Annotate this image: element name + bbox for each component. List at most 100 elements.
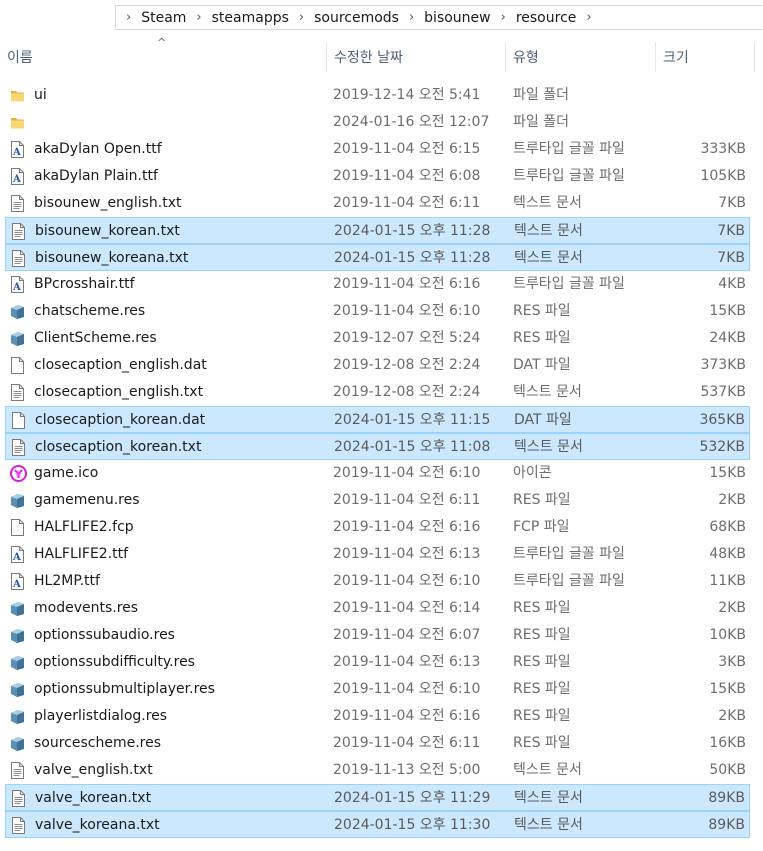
file-row[interactable]: 2024-01-16 오전 12:07 파일 폴더 <box>5 109 750 136</box>
res-file-icon <box>10 492 25 509</box>
column-divider[interactable] <box>754 42 755 72</box>
breadcrumb-steamapps[interactable]: steamapps <box>212 10 289 26</box>
file-name: bisounew_english.txt <box>34 195 182 211</box>
file-date-modified: 2019-12-08 오전 2:24 <box>333 384 481 400</box>
file-row[interactable]: closecaption_korean.txt 2024-01-15 오후 11:… <box>5 433 750 460</box>
file-row[interactable]: bisounew_english.txt 2019-11-04 오전 6:11 텍스… <box>5 190 750 217</box>
breadcrumb-steam[interactable]: Steam <box>141 10 186 26</box>
file-size: 7KB <box>717 250 745 266</box>
file-row[interactable]: sourcescheme.res 2019-11-04 오전 6:11 RES 파일… <box>5 730 750 757</box>
file-row[interactable]: bisounew_korean.txt 2024-01-15 오후 11:28 텍스… <box>5 217 750 244</box>
file-row[interactable]: game.ico 2019-11-04 오전 6:10 아이콘 15KB <box>5 460 750 487</box>
file-date-modified: 2019-12-14 오전 5:41 <box>333 87 481 103</box>
file-date-modified: 2019-11-04 오전 6:14 <box>333 600 481 616</box>
file-row[interactable]: valve_korean.txt 2024-01-15 오후 11:29 텍스트 문… <box>5 784 750 811</box>
file-type: RES 파일 <box>513 735 571 751</box>
file-date-modified: 2019-11-04 오전 6:11 <box>333 195 481 211</box>
file-name: bisounew_koreana.txt <box>35 250 189 266</box>
file-type: RES 파일 <box>513 600 571 616</box>
column-header-type[interactable]: 유형 <box>506 42 655 72</box>
file-size: 2KB <box>718 600 746 616</box>
file-date-modified: 2019-11-04 오전 6:15 <box>333 141 481 157</box>
file-date-modified: 2019-11-04 오전 6:16 <box>333 708 481 724</box>
file-row[interactable]: HALFLIFE2.fcp 2019-11-04 오전 6:16 FCP 파일 68K… <box>5 514 750 541</box>
file-size: 2KB <box>718 708 746 724</box>
folder-icon <box>10 87 25 104</box>
file-row[interactable]: closecaption_english.dat 2019-12-08 오전 2:… <box>5 352 750 379</box>
res-file-icon <box>10 600 25 617</box>
file-name: valve_english.txt <box>34 762 153 778</box>
file-type: 트루타입 글꼴 파일 <box>513 546 625 562</box>
file-row[interactable]: bisounew_koreana.txt 2024-01-15 오후 11:28 텍… <box>5 244 750 271</box>
file-row[interactable]: modevents.res 2019-11-04 오전 6:14 RES 파일 2KB <box>5 595 750 622</box>
file-row[interactable]: closecaption_korean.dat 2024-01-15 오후 11:… <box>5 406 750 433</box>
file-date-modified: 2019-11-04 오전 6:07 <box>333 627 481 643</box>
font-file-icon: A <box>10 573 25 590</box>
text-file-icon <box>11 439 26 456</box>
file-size: 365KB <box>699 412 745 428</box>
file-row[interactable]: valve_english.txt 2019-11-13 오전 5:00 텍스트 문… <box>5 757 750 784</box>
file-date-modified: 2019-12-08 오전 2:24 <box>333 357 481 373</box>
address-bar[interactable]: › Steam › steamapps › sourcemods › bisou… <box>115 5 763 30</box>
res-file-icon <box>10 330 25 347</box>
file-size: 89KB <box>708 817 745 833</box>
file-type: 트루타입 글꼴 파일 <box>513 276 625 292</box>
file-date-modified: 2019-11-04 오전 6:16 <box>333 276 481 292</box>
file-type: DAT 파일 <box>514 412 572 428</box>
file-row[interactable]: A BPcrosshair.ttf 2019-11-04 오전 6:16 트루타입 글… <box>5 271 750 298</box>
breadcrumb-chevron-icon[interactable]: › <box>586 10 591 25</box>
breadcrumb-sourcemods[interactable]: sourcemods <box>314 10 399 26</box>
column-header-name[interactable]: 이름 <box>0 42 326 72</box>
font-file-icon: A <box>10 546 25 563</box>
file-row[interactable]: AakaDylan Plain.ttf 2019-11-04 오전 6:08 트루타… <box>5 163 750 190</box>
file-type: 텍스트 문서 <box>513 762 582 778</box>
file-row[interactable]: AakaDylan Open.ttf 2019-11-04 오전 6:15 트루타입… <box>5 136 750 163</box>
file-date-modified: 2019-11-04 오전 6:13 <box>333 654 481 670</box>
breadcrumb-bisounew[interactable]: bisounew <box>424 10 490 26</box>
file-name: modevents.res <box>34 600 139 616</box>
file-date-modified: 2019-11-04 오전 6:10 <box>333 681 481 697</box>
file-date-modified: 2019-11-04 오전 6:16 <box>333 519 481 535</box>
text-file-icon <box>10 762 25 779</box>
font-file-icon: A <box>10 276 25 293</box>
column-header-date[interactable]: 수정한 날짜 <box>327 42 505 72</box>
file-row[interactable]: optionssubdifficulty.res 2019-11-04 오전 6:… <box>5 649 750 676</box>
breadcrumb-chevron-icon[interactable]: › <box>196 10 201 25</box>
file-size: 16KB <box>709 735 746 751</box>
file-row[interactable]: gamemenu.res 2019-11-04 오전 6:11 RES 파일 2KB <box>5 487 750 514</box>
text-file-icon <box>11 817 26 834</box>
file-name: ui <box>34 87 47 103</box>
breadcrumb-resource[interactable]: resource <box>516 10 577 26</box>
file-date-modified: 2019-11-13 오전 5:00 <box>333 762 481 778</box>
file-row[interactable]: A HALFLIFE2.ttf 2019-11-04 오전 6:13 트루타입 글꼴 … <box>5 541 750 568</box>
file-row[interactable]: chatscheme.res 2019-11-04 오전 6:10 RES 파일 15… <box>5 298 750 325</box>
file-size: 50KB <box>709 762 746 778</box>
file-name: chatscheme.res <box>34 303 146 319</box>
file-row[interactable]: playerlistdialog.res 2019-11-04 오전 6:16 RE… <box>5 703 750 730</box>
breadcrumb-chevron-icon[interactable]: › <box>126 10 131 25</box>
file-row[interactable]: ui 2019-12-14 오전 5:41 파일 폴더 <box>5 82 750 109</box>
file-row[interactable]: optionssubmultiplayer.res 2019-11-04 오전 6… <box>5 676 750 703</box>
file-date-modified: 2019-11-04 오전 6:11 <box>333 492 481 508</box>
breadcrumb-chevron-icon[interactable]: › <box>299 10 304 25</box>
file-name: closecaption_korean.txt <box>35 439 202 455</box>
file-row[interactable]: ClientScheme.res 2019-12-07 오전 5:24 RES 파일… <box>5 325 750 352</box>
file-name: valve_korean.txt <box>35 790 152 806</box>
file-size: 333KB <box>700 141 746 157</box>
column-header-size[interactable]: 크기 <box>656 42 754 72</box>
file-row[interactable]: closecaption_english.txt 2019-12-08 오전 2:… <box>5 379 750 406</box>
file-name: HALFLIFE2.ttf <box>34 546 129 562</box>
file-size: 4KB <box>718 276 746 292</box>
breadcrumb-chevron-icon[interactable]: › <box>409 10 414 25</box>
file-name: optionssubmultiplayer.res <box>34 681 215 697</box>
breadcrumb-chevron-icon[interactable]: › <box>501 10 506 25</box>
file-row[interactable]: optionssubaudio.res 2019-11-04 오전 6:07 RES… <box>5 622 750 649</box>
text-file-icon <box>10 195 25 212</box>
file-date-modified: 2024-01-15 오후 11:29 <box>334 790 491 806</box>
file-name: valve_koreana.txt <box>35 817 160 833</box>
file-row[interactable]: A HL2MP.ttf 2019-11-04 오전 6:10 트루타입 글꼴 파일 11… <box>5 568 750 595</box>
file-name: closecaption_korean.dat <box>35 412 206 428</box>
file-row[interactable]: valve_koreana.txt 2024-01-15 오후 11:30 텍스트 … <box>5 811 750 838</box>
text-file-icon <box>11 250 26 267</box>
file-date-modified: 2024-01-15 오후 11:08 <box>334 439 491 455</box>
